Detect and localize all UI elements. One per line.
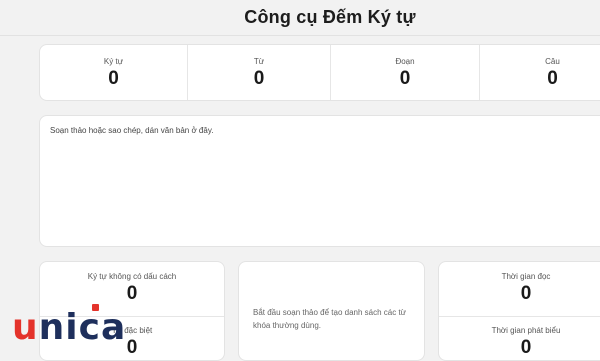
stat-reading-time: Thời gian đọc 0: [439, 272, 600, 305]
logo-letter-u: u: [12, 307, 39, 348]
stat-speaking-time: Thời gian phát biểu 0: [439, 326, 600, 359]
stat-value: 0: [520, 337, 532, 358]
extra-stats-card-right: Thời gian đọc 0 Thời gian phát biểu 0: [438, 261, 600, 361]
stat-label: Thời gian phát biểu: [491, 326, 561, 335]
stat-value: 0: [126, 283, 138, 304]
text-editor-input[interactable]: [50, 126, 600, 236]
divider: [439, 316, 600, 317]
keyword-density-card: Bắt đầu soạn thảo để tạo danh sách các t…: [238, 261, 425, 361]
stat-label: Ký tự: [103, 57, 124, 66]
stat-chars-no-spaces: Ký tự không có dấu cách 0: [40, 272, 224, 305]
stat-label: Từ: [253, 57, 265, 66]
logo-text: nica: [38, 307, 127, 348]
stat-value: 0: [253, 68, 265, 89]
stats-bar: Ký tự 0 Từ 0 Đoạn 0 Câu 0: [39, 44, 600, 101]
stat-value: 0: [547, 68, 558, 89]
stat-value: 0: [399, 68, 411, 89]
stat-value: 0: [520, 283, 532, 304]
logo-dot-icon: [92, 304, 99, 311]
stat-words: Từ 0: [188, 45, 331, 100]
stat-sentences: Câu 0: [480, 45, 600, 100]
stat-characters: Ký tự 0: [40, 45, 188, 100]
stat-value: 0: [126, 337, 138, 358]
stat-paragraphs: Đoạn 0: [331, 45, 480, 100]
page-title: Công cụ Đếm Ký tự: [244, 7, 416, 27]
text-editor-container: [39, 115, 600, 247]
keyword-hint-text: Bắt đầu soạn thảo để tạo danh sách các t…: [253, 308, 407, 330]
stat-label: Ký tự không có dấu cách: [87, 272, 177, 281]
page-header: Công cụ Đếm Ký tự: [0, 0, 600, 36]
stat-label: Câu: [545, 57, 560, 66]
stat-label: Đoạn: [395, 57, 415, 66]
stat-label: Thời gian đọc: [501, 272, 551, 281]
stat-value: 0: [108, 68, 119, 89]
unica-logo: u nica: [12, 304, 127, 348]
